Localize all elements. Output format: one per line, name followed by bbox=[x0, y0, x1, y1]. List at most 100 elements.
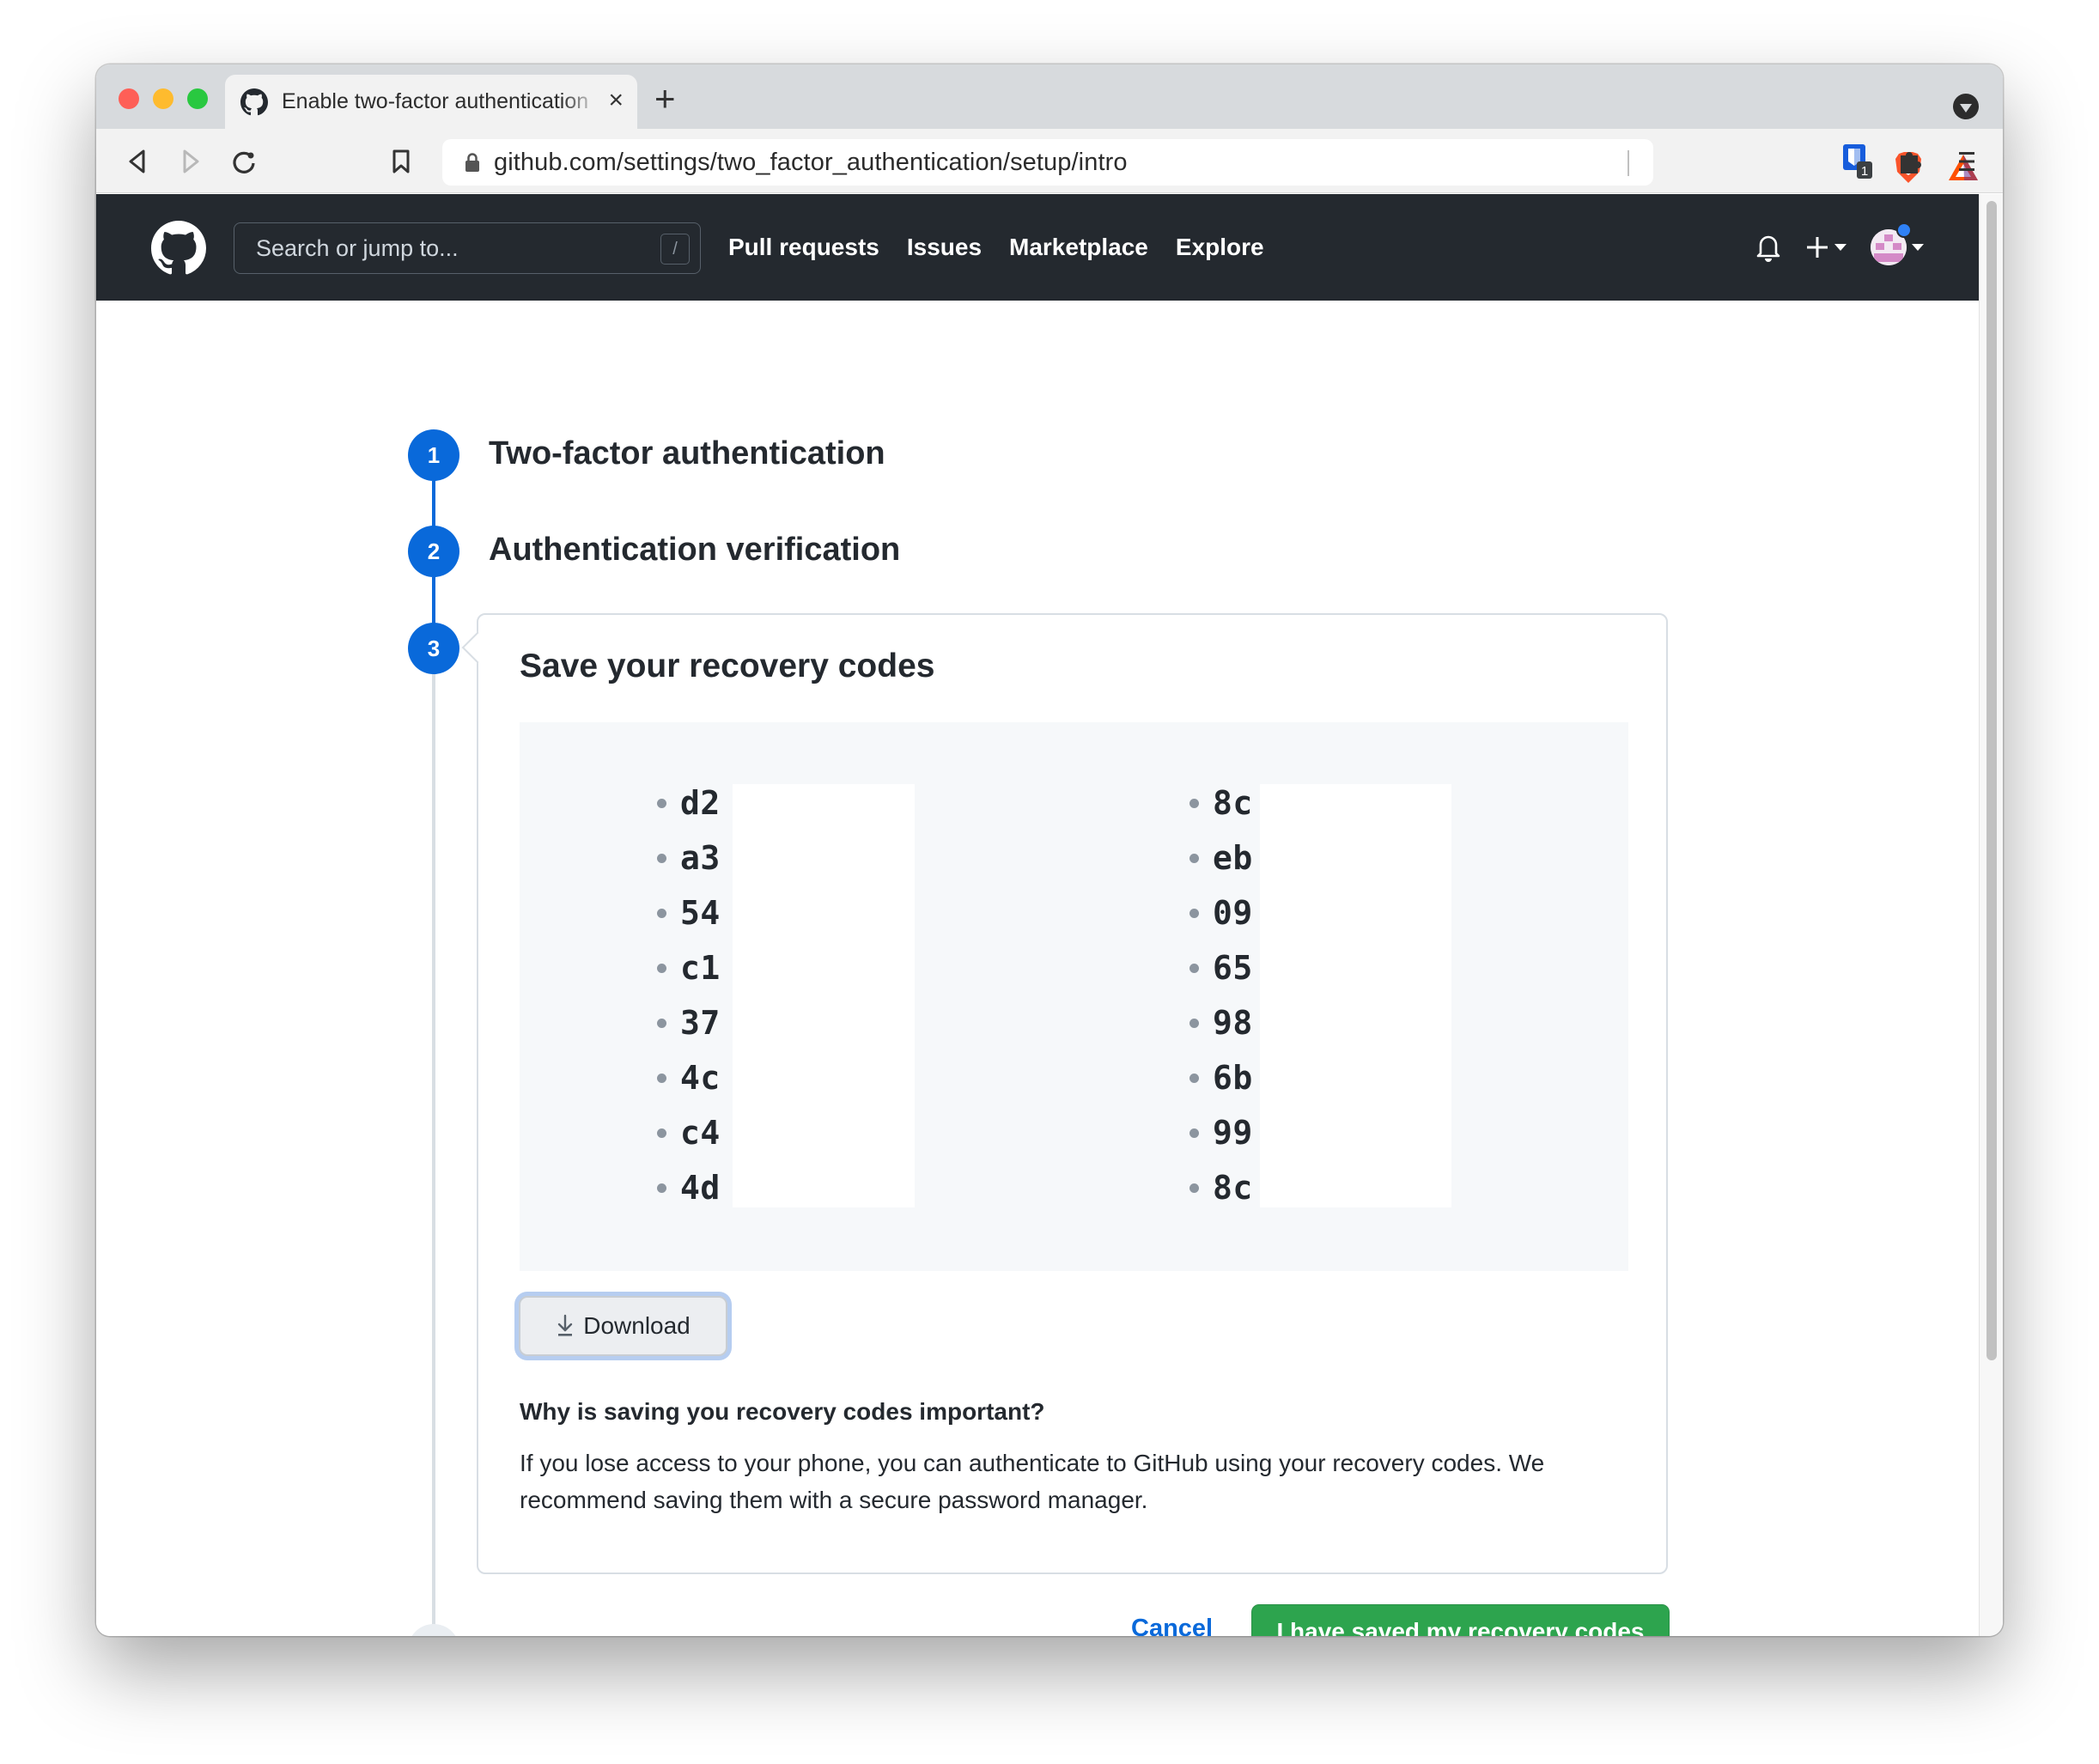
confirm-saved-codes-button[interactable]: I have saved my recovery codes bbox=[1251, 1604, 1670, 1636]
list-item: 8c bbox=[1189, 1160, 1253, 1215]
user-menu-dropdown[interactable] bbox=[1871, 222, 1924, 265]
download-button[interactable]: Download bbox=[519, 1296, 727, 1356]
tab-strip: Enable two-factor authentication × + bbox=[96, 64, 2003, 129]
step-connector bbox=[432, 674, 435, 1627]
bullet-icon bbox=[1189, 1128, 1199, 1138]
bullet-icon bbox=[657, 963, 666, 973]
recovery-code: 09 bbox=[1213, 894, 1253, 932]
cancel-link[interactable]: Cancel bbox=[1131, 1615, 1213, 1636]
list-item: 65 bbox=[1189, 940, 1253, 995]
avatar bbox=[1871, 222, 1912, 265]
recovery-code: 4c bbox=[680, 1059, 721, 1097]
nav-explore[interactable]: Explore bbox=[1176, 234, 1264, 261]
maximize-window-button[interactable] bbox=[187, 88, 208, 109]
forward-icon[interactable] bbox=[173, 144, 208, 179]
recovery-code: 37 bbox=[680, 1004, 721, 1042]
bullet-icon bbox=[1189, 963, 1199, 973]
bullet-icon bbox=[657, 798, 666, 808]
step-title-1: Two-factor authentication bbox=[489, 435, 885, 471]
codes-column-right: 8c eb 09 65 98 6b 99 8c bbox=[1189, 776, 1253, 1215]
status-dot bbox=[1896, 222, 1912, 238]
header-actions bbox=[1755, 194, 1924, 301]
recovery-code: 8c bbox=[1213, 784, 1253, 822]
recovery-code: 98 bbox=[1213, 1004, 1253, 1042]
bullet-icon bbox=[657, 853, 666, 863]
why-heading: Why is saving you recovery codes importa… bbox=[520, 1398, 1045, 1425]
tab-search-icon[interactable] bbox=[1953, 94, 1979, 119]
list-item: c1 bbox=[657, 940, 721, 995]
bullet-icon bbox=[657, 1128, 666, 1138]
extensions-puzzle-icon[interactable] bbox=[1893, 144, 1927, 179]
address-bar[interactable]: github.com/settings/two_factor_authentic… bbox=[442, 139, 1978, 186]
recovery-code: 6b bbox=[1213, 1059, 1253, 1097]
step-number-4 bbox=[408, 1624, 459, 1636]
bullet-icon bbox=[657, 1018, 666, 1028]
tab-close-icon[interactable]: × bbox=[608, 87, 624, 114]
omnibox-separator bbox=[1627, 150, 1629, 176]
step-number-3: 3 bbox=[408, 623, 459, 674]
chevron-down-icon bbox=[1912, 244, 1924, 251]
search-shortcut-key: / bbox=[660, 234, 690, 265]
list-item: eb bbox=[1189, 830, 1253, 885]
list-item: 37 bbox=[657, 995, 721, 1050]
codes-column-left: d2 a3 54 c1 37 4c c4 4d bbox=[657, 776, 721, 1215]
bullet-icon bbox=[657, 1183, 666, 1193]
back-icon[interactable] bbox=[120, 144, 155, 179]
list-item: 4d bbox=[657, 1160, 721, 1215]
header-nav: Pull requests Issues Marketplace Explore bbox=[728, 194, 1264, 301]
list-item: 99 bbox=[1189, 1105, 1253, 1160]
step-number-1: 1 bbox=[408, 429, 459, 481]
bullet-icon bbox=[657, 908, 666, 918]
extension-badge: 1 bbox=[1861, 164, 1868, 179]
url-text: github.com/settings/two_factor_authentic… bbox=[494, 148, 1128, 176]
browser-tab[interactable]: Enable two-factor authentication × bbox=[225, 75, 637, 129]
new-tab-button[interactable]: + bbox=[654, 81, 676, 117]
reload-icon[interactable] bbox=[227, 144, 261, 179]
nav-pull-requests[interactable]: Pull requests bbox=[728, 234, 879, 261]
minimize-window-button[interactable] bbox=[153, 88, 173, 109]
bookmark-icon[interactable] bbox=[384, 144, 418, 179]
redaction-box bbox=[1260, 784, 1451, 1207]
create-new-dropdown[interactable] bbox=[1805, 235, 1847, 259]
bullet-icon bbox=[1189, 1018, 1199, 1028]
nav-marketplace[interactable]: Marketplace bbox=[1009, 234, 1148, 261]
bullet-icon bbox=[1189, 798, 1199, 808]
recovery-code: c4 bbox=[680, 1114, 721, 1152]
tab-title: Enable two-factor authentication bbox=[282, 89, 589, 113]
list-item: 4c bbox=[657, 1050, 721, 1105]
recovery-code: 54 bbox=[680, 894, 721, 932]
recovery-codes-card: Save your recovery codes d2 a3 54 c1 37 … bbox=[477, 613, 1668, 1574]
why-description: If you lose access to your phone, you ca… bbox=[520, 1450, 1545, 1513]
page-scrollbar[interactable] bbox=[1979, 194, 2003, 1636]
recovery-code: a3 bbox=[680, 839, 721, 877]
notifications-bell-icon[interactable] bbox=[1755, 233, 1781, 262]
close-window-button[interactable] bbox=[119, 88, 139, 109]
search-input[interactable]: Search or jump to... / bbox=[234, 222, 701, 274]
list-item: 98 bbox=[1189, 995, 1253, 1050]
search-placeholder: Search or jump to... bbox=[256, 234, 459, 261]
bullet-icon bbox=[657, 1073, 666, 1083]
recovery-code: 8c bbox=[1213, 1169, 1253, 1207]
bullet-icon bbox=[1189, 1073, 1199, 1083]
github-logo-icon[interactable] bbox=[151, 221, 206, 276]
step-title-2: Authentication verification bbox=[489, 532, 901, 568]
browser-toolbar: github.com/settings/two_factor_authentic… bbox=[96, 129, 2003, 193]
github-header: Search or jump to... / Pull requests Iss… bbox=[96, 194, 1979, 301]
github-favicon-icon bbox=[240, 88, 268, 115]
browser-menu-icon[interactable] bbox=[1950, 144, 1984, 179]
scrollbar-thumb[interactable] bbox=[1986, 201, 1997, 1360]
nav-issues[interactable]: Issues bbox=[907, 234, 982, 261]
recovery-code: 65 bbox=[1213, 949, 1253, 987]
list-item: 8c bbox=[1189, 776, 1253, 830]
recovery-code: c1 bbox=[680, 949, 721, 987]
redaction-box bbox=[733, 784, 915, 1207]
recovery-code: eb bbox=[1213, 839, 1253, 877]
list-item: 09 bbox=[1189, 885, 1253, 940]
plus-icon bbox=[1807, 237, 1828, 258]
list-item: 6b bbox=[1189, 1050, 1253, 1105]
list-item: d2 bbox=[657, 776, 721, 830]
list-item: a3 bbox=[657, 830, 721, 885]
bitwarden-extension-icon[interactable]: 1 bbox=[1840, 143, 1874, 179]
lock-icon bbox=[465, 153, 479, 172]
recovery-code: 99 bbox=[1213, 1114, 1253, 1152]
